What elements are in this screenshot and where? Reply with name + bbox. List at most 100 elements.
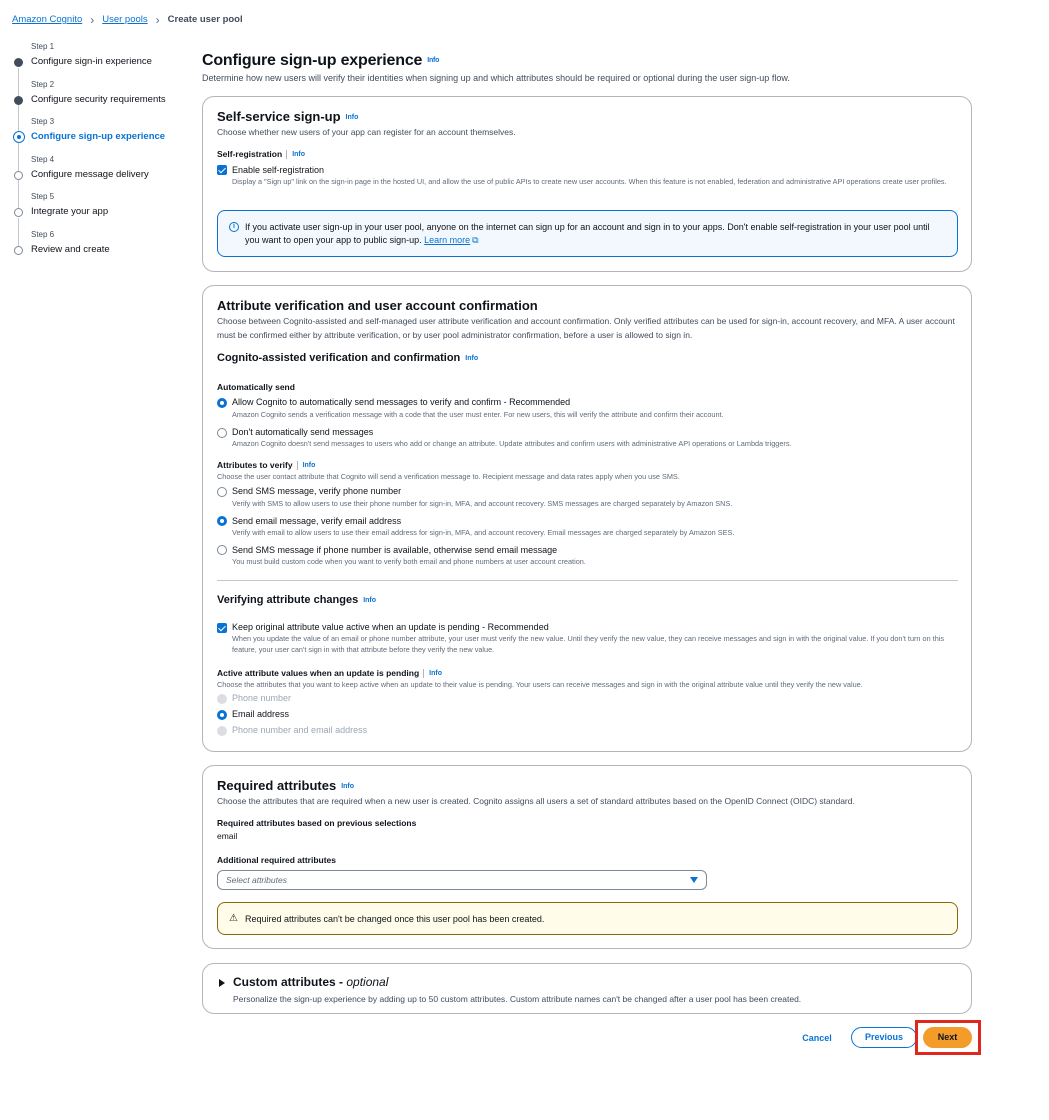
- keep-original-checkbox[interactable]: [217, 623, 227, 633]
- auto-send-option-dont-label[interactable]: Don't automatically send messages: [232, 427, 373, 437]
- custom-attributes-title-text[interactable]: Custom attributes: [233, 975, 336, 989]
- verify-radio-email[interactable]: [217, 516, 227, 526]
- page-title: Configure sign-up experience Info: [202, 52, 439, 70]
- verify-option-sms-desc: Verify with SMS to allow users to use th…: [232, 499, 733, 508]
- custom-attributes-expander[interactable]: Custom attributes - optional Personalize…: [202, 963, 972, 1014]
- verify-option-sms-label[interactable]: Send SMS message, verify phone number: [232, 486, 401, 496]
- field-label-text: Attributes to verify: [217, 460, 293, 470]
- verification-description: Choose between Cognito-assisted and self…: [217, 316, 955, 340]
- auto-send-radio-allow[interactable]: [217, 398, 227, 408]
- info-alert: i If you activate user sign-up in your u…: [217, 210, 958, 257]
- active-values-desc: Choose the attributes that you want to k…: [217, 680, 863, 689]
- auto-send-radio-dont[interactable]: [217, 428, 227, 438]
- info-link[interactable]: Info: [341, 783, 354, 790]
- step-connector: [18, 180, 19, 210]
- auto-send-option-dont-desc: Amazon Cognito doesn't send messages to …: [232, 439, 792, 448]
- step-number: Step 5: [31, 192, 55, 201]
- verify-option-sms-or-email-desc: You must build custom code when you want…: [232, 557, 586, 566]
- field-label-text: Active attribute values when an update i…: [217, 668, 420, 678]
- self-registration-label: Self-registration Info: [217, 149, 305, 160]
- optional-suffix: optional: [346, 975, 389, 989]
- keep-original-desc: When you update the value of an email or…: [232, 634, 945, 654]
- enable-self-registration-checkbox[interactable]: [217, 165, 227, 175]
- breadcrumb: Amazon Cognito › User pools › Create use…: [12, 12, 243, 27]
- info-link[interactable]: Info: [303, 462, 316, 469]
- breadcrumb-user-pools[interactable]: User pools: [102, 14, 147, 25]
- info-circle-icon: i: [229, 222, 239, 232]
- verify-option-email-label[interactable]: Send email message, verify email address: [232, 516, 401, 526]
- select-placeholder: Select attributes: [226, 875, 287, 885]
- field-label-text: Self-registration: [217, 149, 283, 159]
- based-on-selections-value: email: [217, 831, 238, 841]
- step-complete-icon: [14, 96, 23, 105]
- required-attributes-container: Required attributes Info Choose the attri…: [202, 765, 972, 949]
- chevron-right-icon: ›: [155, 12, 160, 27]
- caret-down-icon: [690, 877, 698, 883]
- cancel-button[interactable]: Cancel: [788, 1028, 846, 1048]
- step-label[interactable]: Configure sign-in experience: [31, 56, 152, 67]
- attributes-to-verify-desc: Choose the user contact attribute that C…: [217, 472, 680, 481]
- active-radio-email[interactable]: [217, 710, 227, 720]
- page-title-text: Configure sign-up experience: [202, 52, 423, 69]
- warning-icon: ⚠: [229, 913, 238, 924]
- info-link[interactable]: Info: [292, 151, 305, 158]
- step-connector: [18, 68, 19, 98]
- step-number: Step 3: [31, 117, 55, 126]
- external-link-icon[interactable]: ⧉: [472, 235, 478, 245]
- additional-attributes-select[interactable]: Select attributes: [217, 870, 707, 890]
- verify-radio-sms-or-email[interactable]: [217, 545, 227, 555]
- enable-self-registration-label[interactable]: Enable self-registration: [232, 165, 324, 175]
- info-alert-message: If you activate user sign-up in your use…: [245, 222, 930, 245]
- active-values-label: Active attribute values when an update i…: [217, 668, 442, 679]
- cognito-assisted-title: Cognito-assisted verification and confir…: [217, 352, 478, 364]
- step-label: Integrate your app: [31, 206, 109, 217]
- auto-send-option-allow-label[interactable]: Allow Cognito to automatically send mess…: [232, 397, 570, 407]
- active-radio-phone: [217, 694, 227, 704]
- caret-right-icon[interactable]: [219, 979, 225, 987]
- section-title: Self-service sign-up Info: [217, 109, 358, 124]
- divider: [217, 580, 958, 581]
- step-label[interactable]: Configure security requirements: [31, 94, 166, 105]
- info-alert-text: If you activate user sign-up in your use…: [245, 221, 945, 247]
- info-link[interactable]: Info: [363, 597, 376, 604]
- attributes-to-verify-label: Attributes to verify Info: [217, 460, 316, 471]
- verifying-changes-title-text: Verifying attribute changes: [217, 594, 359, 606]
- learn-more-text[interactable]: Learn more: [424, 235, 470, 245]
- custom-attributes-title[interactable]: Custom attributes - optional: [233, 975, 388, 989]
- verify-radio-sms[interactable]: [217, 487, 227, 497]
- info-link[interactable]: Info: [465, 355, 478, 362]
- divider: [286, 150, 288, 160]
- custom-attributes-description: Personalize the sign-up experience by ad…: [233, 994, 802, 1004]
- info-link[interactable]: Info: [346, 114, 359, 121]
- divider: [296, 461, 298, 471]
- page-description: Determine how new users will verify thei…: [202, 73, 790, 83]
- enable-self-registration-description: Display a "Sign up" link on the sign-in …: [232, 177, 947, 186]
- breadcrumb-current: Create user pool: [167, 14, 243, 25]
- step-complete-icon: [14, 58, 23, 67]
- active-option-phone-and-email-label: Phone number and email address: [232, 725, 368, 735]
- step-pending-icon: [14, 208, 23, 217]
- step-label: Configure sign-up experience: [31, 131, 166, 142]
- previous-button[interactable]: Previous: [851, 1027, 917, 1048]
- warning-alert: ⚠ Required attributes can't be changed o…: [217, 902, 958, 935]
- info-link[interactable]: Info: [427, 57, 439, 64]
- attribute-verification-container: Attribute verification and user account …: [202, 285, 972, 752]
- step-number: Step 4: [31, 155, 55, 164]
- required-attributes-title-text: Required attributes: [217, 778, 337, 793]
- active-option-phone-label: Phone number: [232, 693, 292, 703]
- info-link[interactable]: Info: [429, 670, 442, 677]
- verify-option-sms-or-email-label[interactable]: Send SMS message if phone number is avai…: [232, 545, 557, 555]
- divider: [423, 669, 425, 679]
- additional-attributes-label: Additional required attributes: [217, 855, 337, 865]
- self-service-signup-container: Self-service sign-up Info Choose whether …: [202, 96, 972, 272]
- breadcrumb-amazon-cognito[interactable]: Amazon Cognito: [12, 14, 82, 25]
- verifying-changes-title: Verifying attribute changes Info: [217, 594, 376, 606]
- automatically-send-label: Automatically send: [217, 382, 295, 392]
- step-connector: [18, 218, 19, 248]
- auto-send-option-allow-desc: Amazon Cognito sends a verification mess…: [232, 410, 724, 419]
- step-connector: [18, 143, 19, 173]
- keep-original-label[interactable]: Keep original attribute value active whe…: [232, 622, 549, 632]
- active-option-email-label[interactable]: Email address: [232, 709, 289, 719]
- cognito-assisted-title-text: Cognito-assisted verification and confir…: [217, 352, 461, 364]
- learn-more-link[interactable]: Learn more: [424, 235, 470, 245]
